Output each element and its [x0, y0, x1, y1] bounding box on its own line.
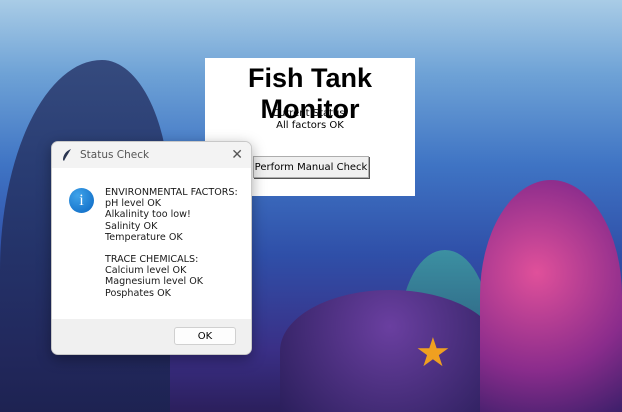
dialog-footer: OK — [52, 319, 251, 354]
dialog-message: ENVIRONMENTAL FACTORS: pH level OK Alkal… — [105, 187, 238, 299]
dialog-body: i ENVIRONMENTAL FACTORS: pH level OK Alk… — [52, 168, 251, 319]
env-item: Alkalinity too low! — [105, 209, 191, 221]
env-item: pH level OK — [105, 198, 162, 210]
status-value: All factors OK — [276, 120, 344, 131]
env-item: Temperature OK — [105, 231, 183, 243]
status-label: Current Status: — [272, 108, 348, 119]
background-reef — [280, 290, 500, 412]
feather-icon — [63, 149, 71, 161]
status-panel: Current Status: All factors OK — [205, 108, 415, 132]
trace-item: Magnesium level OK — [105, 276, 204, 288]
env-item: Salinity OK — [105, 220, 158, 232]
dialog-title: Status Check — [80, 149, 150, 161]
perform-manual-check-button[interactable]: Perform Manual Check — [253, 156, 369, 178]
dialog-titlebar[interactable]: Status Check ✕ — [52, 142, 251, 168]
status-check-dialog: Status Check ✕ i ENVIRONMENTAL FACTORS: … — [51, 141, 252, 355]
env-header: ENVIRONMENTAL FACTORS: — [105, 187, 238, 198]
trace-item: Calcium level OK — [105, 265, 187, 277]
info-icon: i — [69, 188, 94, 213]
background-coral — [480, 180, 622, 412]
starfish-decoration: ★ — [415, 330, 451, 376]
close-icon[interactable]: ✕ — [231, 147, 243, 163]
trace-item: Posphates OK — [105, 287, 171, 299]
ok-button[interactable]: OK — [174, 327, 236, 345]
trace-header: TRACE CHEMICALS: — [105, 254, 199, 266]
